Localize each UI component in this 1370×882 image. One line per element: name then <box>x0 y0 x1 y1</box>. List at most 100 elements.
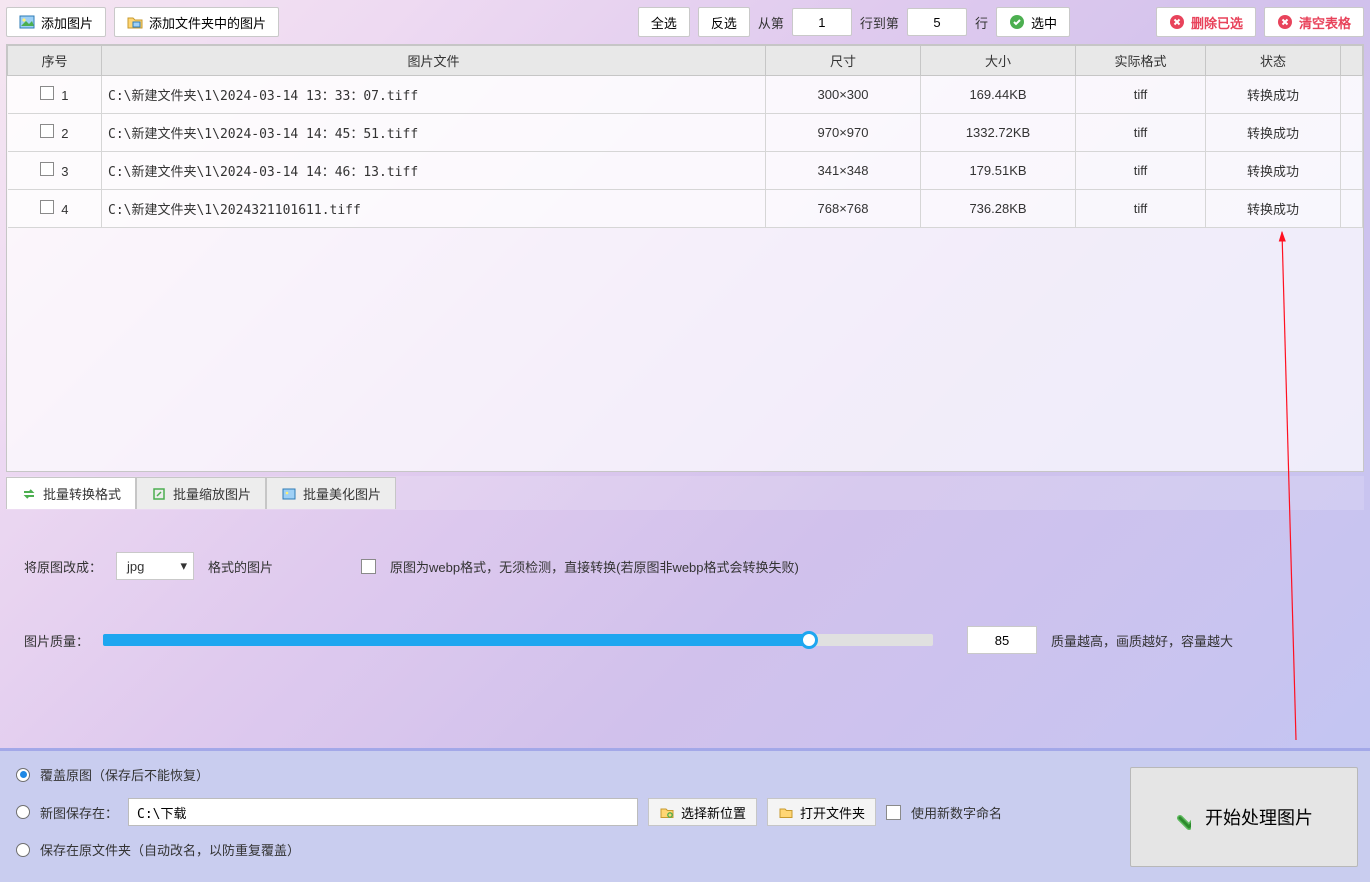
add-folder-label: 添加文件夹中的图片 <box>149 13 266 32</box>
col-dim[interactable]: 尺寸 <box>766 46 921 76</box>
tab-beautify[interactable]: 批量美化图片 <box>266 477 396 509</box>
row-fmt: tiff <box>1076 190 1206 228</box>
convert-icon <box>21 486 37 502</box>
row-status: 转换成功 <box>1206 114 1341 152</box>
to-row-input[interactable] <box>907 8 967 36</box>
start-process-label: 开始处理图片 <box>1205 804 1313 830</box>
row-file: C:\新建文件夹\1\2024-03-14 14：45：51.tiff <box>102 114 766 152</box>
row-status: 转换成功 <box>1206 76 1341 114</box>
mode-tabs: 批量转换格式 批量缩放图片 批量美化图片 <box>6 476 1364 510</box>
overwrite-label: 覆盖原图（保存后不能恢复） <box>40 765 209 784</box>
folder-image-icon <box>127 14 143 30</box>
tab-convert-label: 批量转换格式 <box>43 484 121 503</box>
from-row-input[interactable] <box>792 8 852 36</box>
add-image-label: 添加图片 <box>41 13 93 32</box>
col-file[interactable]: 图片文件 <box>102 46 766 76</box>
clear-table-label: 清空表格 <box>1299 13 1351 32</box>
open-folder-button[interactable]: 打开文件夹 <box>767 798 876 826</box>
quality-slider[interactable] <box>103 628 933 652</box>
convert-post-label: 格式的图片 <box>208 557 273 576</box>
col-size[interactable]: 大小 <box>921 46 1076 76</box>
webp-hint: 原图为webp格式，无须检测，直接转换(若原图非webp格式会转换失败) <box>390 557 799 576</box>
row-status: 转换成功 <box>1206 152 1341 190</box>
row-status: 转换成功 <box>1206 190 1341 228</box>
row-pad <box>1341 114 1363 152</box>
quality-label: 图片质量： <box>24 631 89 650</box>
bottom-bar: 覆盖原图（保存后不能恢复） 新图保存在： 选择新位置 打开文件夹 使用新数字命名… <box>0 748 1370 882</box>
row-file: C:\新建文件夹\1\2024-03-14 13：33：07.tiff <box>102 76 766 114</box>
add-folder-button[interactable]: 添加文件夹中的图片 <box>114 7 279 37</box>
top-toolbar: 添加图片 添加文件夹中的图片 全选 反选 从第 行到第 行 选中 删除已选 清空… <box>0 0 1370 44</box>
row-size: 736.28KB <box>921 190 1076 228</box>
choose-location-label: 选择新位置 <box>681 803 746 822</box>
select-all-button[interactable]: 全选 <box>638 7 690 37</box>
row-fmt: tiff <box>1076 114 1206 152</box>
invert-select-button[interactable]: 反选 <box>698 7 750 37</box>
check-icon <box>1009 14 1025 30</box>
row-checkbox[interactable] <box>40 124 54 138</box>
rename-checkbox[interactable] <box>886 805 901 820</box>
table-row[interactable]: 2 C:\新建文件夹\1\2024-03-14 14：45：51.tiff970×… <box>8 114 1363 152</box>
x-icon <box>1169 14 1185 30</box>
col-status[interactable]: 状态 <box>1206 46 1341 76</box>
chevron-down-icon: ▾ <box>180 558 187 574</box>
tab-resize[interactable]: 批量缩放图片 <box>136 477 266 509</box>
table-row[interactable]: 1 C:\新建文件夹\1\2024-03-14 13：33：07.tiff300×… <box>8 76 1363 114</box>
beautify-icon <box>281 486 297 502</box>
open-folder-label: 打开文件夹 <box>800 803 865 822</box>
row-checkbox[interactable] <box>40 200 54 214</box>
row-fmt: tiff <box>1076 152 1206 190</box>
row-checkbox[interactable] <box>40 86 54 100</box>
row-file: C:\新建文件夹\1\2024321101611.tiff <box>102 190 766 228</box>
resize-icon <box>151 486 167 502</box>
row-index: 2 <box>61 126 68 141</box>
x-icon <box>1277 14 1293 30</box>
choose-location-button[interactable]: 选择新位置 <box>648 798 757 826</box>
row-file: C:\新建文件夹\1\2024-03-14 14：46：13.tiff <box>102 152 766 190</box>
row-size: 179.51KB <box>921 152 1076 190</box>
tab-beautify-label: 批量美化图片 <box>303 484 381 503</box>
row-fmt: tiff <box>1076 76 1206 114</box>
save-path-input[interactable] <box>128 798 638 826</box>
col-fmt[interactable]: 实际格式 <box>1076 46 1206 76</box>
row-index: 3 <box>61 164 68 179</box>
row-dim: 341×348 <box>766 152 921 190</box>
delete-selected-label: 删除已选 <box>1191 13 1243 32</box>
quality-input[interactable] <box>967 626 1037 654</box>
start-process-button[interactable]: 开始处理图片 <box>1130 767 1358 867</box>
radio-samefolder[interactable] <box>16 843 30 857</box>
tab-resize-label: 批量缩放图片 <box>173 484 251 503</box>
checkmark-icon <box>1175 809 1191 825</box>
clear-table-button[interactable]: 清空表格 <box>1264 7 1364 37</box>
row-pad <box>1341 190 1363 228</box>
table-row[interactable]: 3 C:\新建文件夹\1\2024-03-14 14：46：13.tiff341×… <box>8 152 1363 190</box>
saveas-label: 新图保存在： <box>40 803 118 822</box>
table-row[interactable]: 4C:\新建文件夹\1\2024321101611.tiff768×768736… <box>8 190 1363 228</box>
radio-saveas[interactable] <box>16 805 30 819</box>
row-pad <box>1341 76 1363 114</box>
webp-checkbox[interactable] <box>361 559 376 574</box>
to-label: 行到第 <box>860 13 899 32</box>
quality-hint: 质量越高，画质越好，容量越大 <box>1051 631 1233 650</box>
select-range-label: 选中 <box>1031 13 1057 32</box>
col-index[interactable]: 序号 <box>8 46 102 76</box>
format-select[interactable]: jpg ▾ <box>116 552 194 580</box>
row-size: 1332.72KB <box>921 114 1076 152</box>
from-label: 从第 <box>758 13 784 32</box>
row-index: 1 <box>61 88 68 103</box>
row-label: 行 <box>975 13 988 32</box>
row-dim: 970×970 <box>766 114 921 152</box>
image-icon <box>19 14 35 30</box>
delete-selected-button[interactable]: 删除已选 <box>1156 7 1256 37</box>
radio-overwrite[interactable] <box>16 768 30 782</box>
select-range-button[interactable]: 选中 <box>996 7 1070 37</box>
row-dim: 300×300 <box>766 76 921 114</box>
convert-pre-label: 将原图改成： <box>24 557 102 576</box>
col-scroll <box>1341 46 1363 76</box>
row-checkbox[interactable] <box>40 162 54 176</box>
samefolder-label: 保存在原文件夹（自动改名，以防重复覆盖） <box>40 840 300 859</box>
invert-select-label: 反选 <box>711 13 737 32</box>
tab-convert[interactable]: 批量转换格式 <box>6 477 136 509</box>
row-index: 4 <box>61 202 68 217</box>
add-image-button[interactable]: 添加图片 <box>6 7 106 37</box>
